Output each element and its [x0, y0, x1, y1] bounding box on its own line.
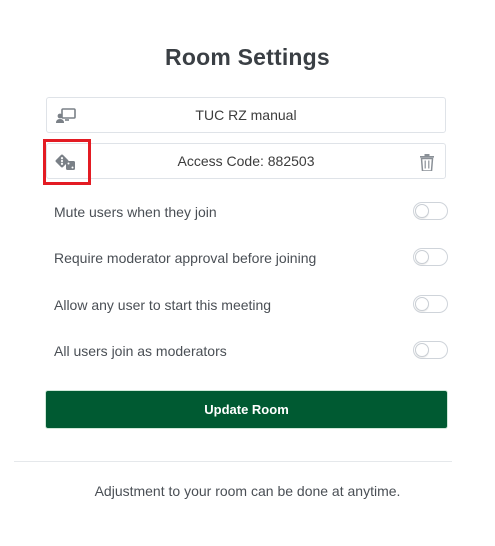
- modal-title: Room Settings: [165, 44, 330, 70]
- setting-label: All users join as moderators: [54, 343, 227, 359]
- footer-note: Adjustment to your room can be done at a…: [94, 483, 401, 499]
- setting-label: Mute users when they join: [54, 204, 217, 220]
- room-name-field[interactable]: TUC RZ manual: [46, 97, 446, 133]
- setting-mute-users: Mute users when they join: [54, 201, 448, 225]
- all-moderators-toggle[interactable]: [413, 341, 448, 359]
- room-settings-modal: Room Settings TUC RZ manual Access Code:…: [0, 0, 495, 546]
- anyone-can-start-toggle[interactable]: [413, 295, 448, 313]
- update-room-button[interactable]: Update Room: [45, 390, 448, 429]
- trash-icon[interactable]: [419, 152, 435, 172]
- toggle-knob: [415, 250, 429, 264]
- require-approval-toggle[interactable]: [413, 248, 448, 266]
- toggle-knob: [415, 343, 429, 357]
- mute-users-toggle[interactable]: [413, 202, 448, 220]
- setting-label: Require moderator approval before joinin…: [54, 250, 317, 266]
- access-code-value: Access Code: 882503: [177, 153, 315, 169]
- setting-anyone-can-start: Allow any user to start this meeting: [54, 294, 448, 318]
- room-name-value: TUC RZ manual: [195, 107, 297, 123]
- access-code-field[interactable]: Access Code: 882503: [46, 143, 446, 179]
- toggle-knob: [415, 204, 429, 218]
- setting-all-moderators: All users join as moderators: [54, 340, 448, 364]
- divider: [14, 461, 452, 462]
- setting-require-approval: Require moderator approval before joinin…: [54, 247, 448, 271]
- setting-label: Allow any user to start this meeting: [54, 297, 272, 313]
- toggle-knob: [415, 297, 429, 311]
